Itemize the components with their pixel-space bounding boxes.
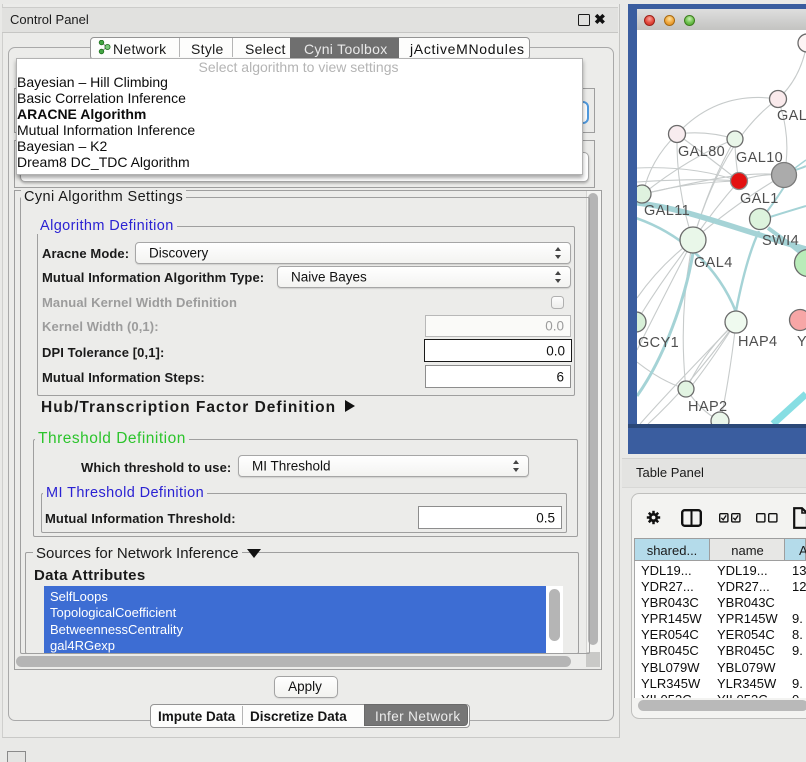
svg-text:SWI4: SWI4 xyxy=(762,233,799,249)
svg-text:YJ: YJ xyxy=(797,334,806,350)
svg-text:GAL2: GAL2 xyxy=(777,108,806,124)
svg-text:GAL11: GAL11 xyxy=(644,203,690,219)
svg-text:GAL80: GAL80 xyxy=(678,144,725,160)
svg-text:GCY1: GCY1 xyxy=(638,335,679,351)
svg-text:GAL1: GAL1 xyxy=(740,191,779,207)
svg-text:HAP4: HAP4 xyxy=(738,334,777,350)
svg-text:HAP2: HAP2 xyxy=(688,399,727,415)
svg-text:GAL4: GAL4 xyxy=(694,255,733,271)
svg-text:GAL10: GAL10 xyxy=(736,150,783,166)
